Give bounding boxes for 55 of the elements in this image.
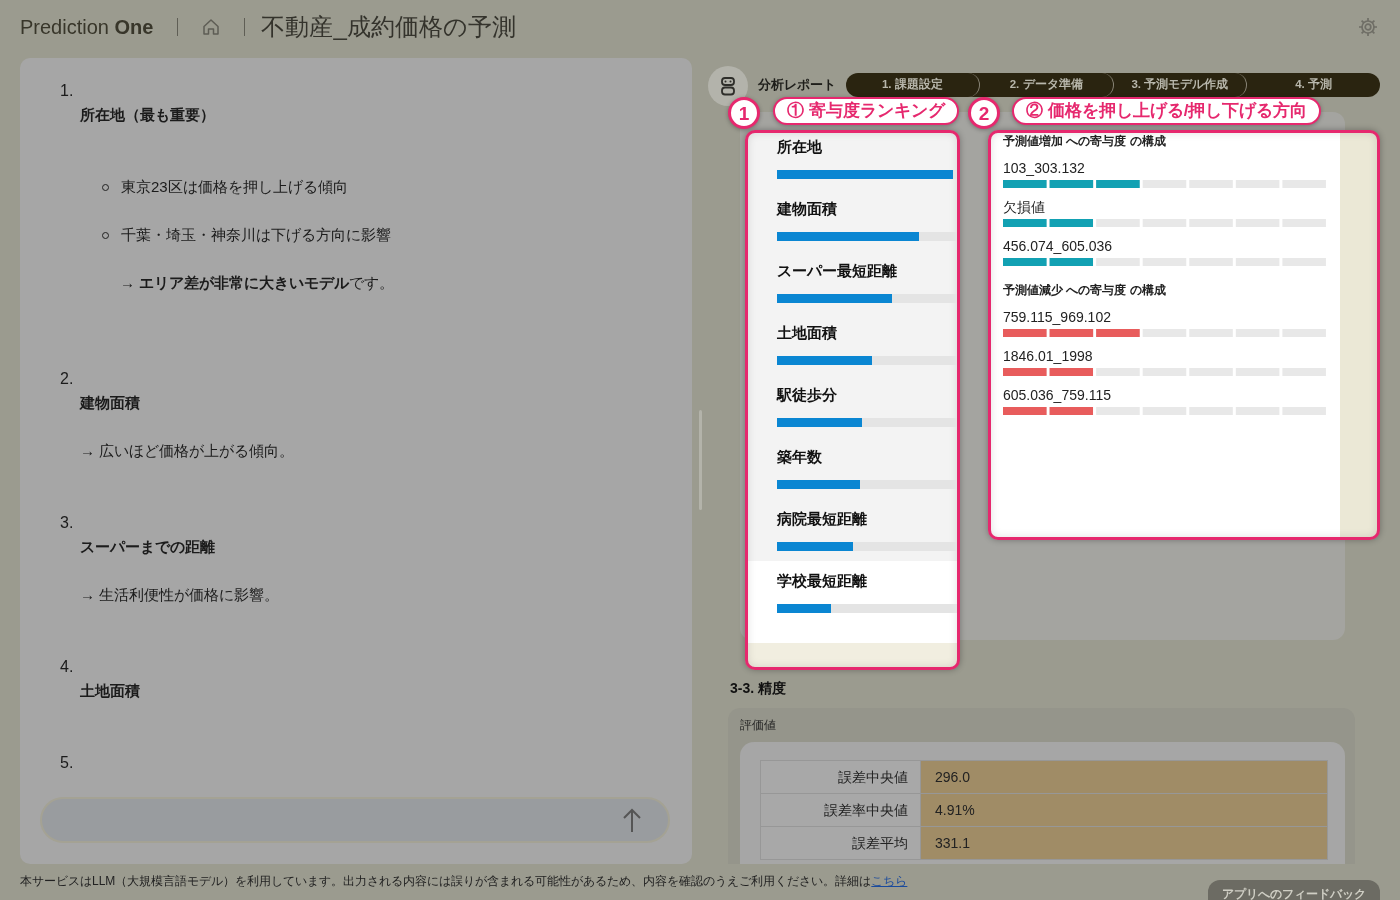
- metric-label: 誤差中央値: [760, 760, 921, 794]
- disclaimer-text: 本サービスはLLM（大規模言語モデル）を利用しています。出力される内容には誤りが含まれる可能性があるため、内容を確認のうえご利用ください。詳細はこちら: [20, 873, 908, 890]
- bin-label: 103_303.132: [1003, 159, 1086, 177]
- metric-value: 331.1: [920, 826, 1328, 860]
- list-number: 3.: [60, 513, 75, 533]
- callout-number: 1: [728, 97, 760, 129]
- list-number: 2.: [60, 369, 75, 389]
- bullet-text: 千葉・埼玉・神奈川は下げる方向に影響: [121, 225, 391, 245]
- list-number: 1.: [60, 81, 75, 101]
- report-label: 分析レポート: [758, 76, 836, 95]
- item-title: スーパーまでの距離: [79, 537, 216, 557]
- metric-label: 誤差平均: [760, 826, 921, 860]
- home-icon: [202, 17, 221, 36]
- callout-label: ② 価格を押し上げる/押し下げる方向: [1012, 97, 1322, 125]
- note-text: → 生活利便性が価格に影響。: [79, 585, 281, 605]
- callout-label: ① 寄与度ランキング: [773, 97, 959, 125]
- bin-label: 456.074_605.036: [1003, 237, 1113, 255]
- step-tab[interactable]: 4. 予測: [1247, 73, 1380, 97]
- section-heading: 3-3. 精度: [730, 679, 787, 698]
- home-link[interactable]: [202, 17, 221, 36]
- feature-name: 学校最短距離: [777, 571, 868, 591]
- list-number: 5.: [60, 753, 75, 773]
- item-title: 所在地（最も重要）: [79, 105, 216, 125]
- note-text: → 広いほど価格が上がる傾向。: [79, 441, 296, 461]
- feature-name: 築年数: [777, 447, 823, 467]
- feature-name: スーパー最短距離: [777, 261, 898, 281]
- bin-label: 1846.01_1998: [1003, 347, 1094, 365]
- list-number: 4.: [60, 657, 75, 677]
- feature-name: 建物面積: [777, 199, 838, 219]
- feature-name: 病院最短距離: [777, 509, 868, 529]
- group-heading: 予測値増加 への寄与度 の構成: [1003, 133, 1167, 149]
- metric-value: 296.0: [920, 760, 1328, 794]
- settings-button[interactable]: [1358, 16, 1378, 37]
- bullet-text: 東京23区は価格を押し上げる傾向: [121, 177, 348, 197]
- bin-label: 欠損値: [1003, 198, 1046, 216]
- brand-logo: Prediction One: [20, 14, 154, 40]
- send-button[interactable]: [622, 807, 642, 833]
- robot-icon: [708, 66, 748, 106]
- feature-name: 駅徒歩分: [777, 385, 838, 405]
- metric-value: 4.91%: [920, 793, 1328, 827]
- note-text: → エリア差が非常に大きいモデルです。: [119, 273, 396, 293]
- arrow-up-icon: [622, 807, 642, 833]
- item-title: 建物面積: [78, 393, 141, 413]
- callout-number: 2: [968, 97, 1000, 129]
- feature-name: 土地面積: [777, 323, 838, 343]
- item-title: 土地面積: [79, 681, 141, 701]
- evaluation-label: 評価値: [739, 717, 777, 734]
- group-heading: 予測値減少 への寄与度 の構成: [1003, 282, 1167, 298]
- bin-label: 759.115_969.102: [1003, 308, 1112, 326]
- settings-icon: [1358, 16, 1378, 37]
- page-title: 不動産_成約価格の予測: [261, 11, 516, 42]
- bin-label: 605.036_759.115: [1003, 386, 1112, 404]
- metric-label: 誤差率中央値: [760, 793, 921, 827]
- feature-name: 所在地: [777, 137, 823, 157]
- message-field[interactable]: [40, 797, 670, 843]
